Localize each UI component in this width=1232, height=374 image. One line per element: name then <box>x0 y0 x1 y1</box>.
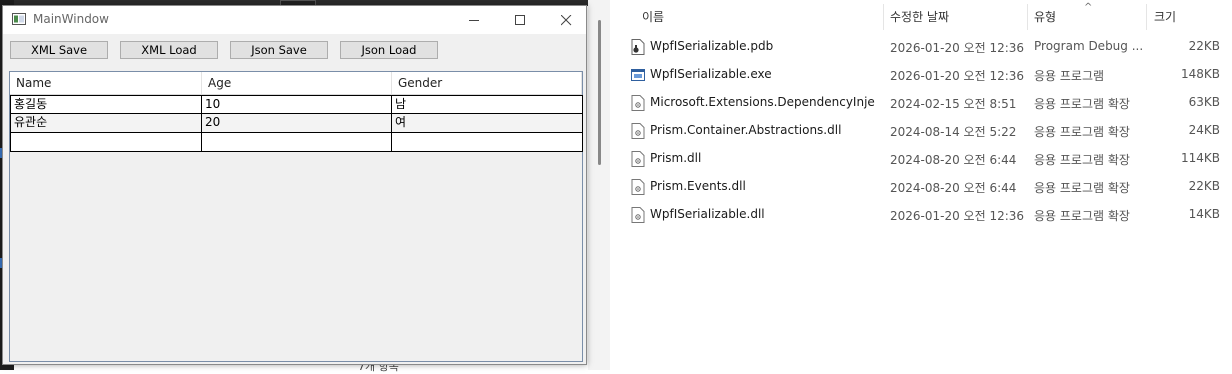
close-icon <box>560 14 571 25</box>
column-divider[interactable] <box>1027 4 1028 30</box>
file-type: 응용 프로그램 확장 <box>1034 153 1130 167</box>
dll-file-icon <box>631 151 645 167</box>
file-row[interactable]: WpfISerializable.exe 2026-01-20 오전 12:36 응… <box>610 61 1232 89</box>
column-header-file-name[interactable]: 이름 <box>642 8 664 25</box>
file-type: Program Debug ... <box>1034 39 1144 53</box>
cell-gender[interactable]: 여 <box>392 114 583 133</box>
file-row[interactable]: Microsoft.Extensions.DependencyInjecti..… <box>610 89 1232 117</box>
grid-new-row[interactable] <box>10 133 583 152</box>
dll-file-icon <box>631 95 645 111</box>
file-size: 14KB <box>1188 207 1220 221</box>
close-button[interactable] <box>543 6 589 34</box>
file-explorer-pane: 이름 수정한 날짜 유형 ^ 크기 WpfISerializable.pdb 20… <box>610 0 1232 370</box>
file-modified-date: 2024-08-20 오전 6:44 <box>890 153 1017 167</box>
column-header-name[interactable]: Name <box>10 72 202 94</box>
file-row[interactable]: Prism.Events.dll 2024-08-20 오전 6:44 응용 프로그… <box>610 173 1232 201</box>
file-row[interactable]: Prism.Container.Abstractions.dll 2024-08-… <box>610 117 1232 145</box>
file-name[interactable]: Prism.Events.dll <box>650 179 875 193</box>
grid-row[interactable]: 홍길동 10 남 <box>10 95 583 114</box>
grid-header: Name Age Gender <box>10 72 582 95</box>
file-size: 148KB <box>1180 67 1220 81</box>
column-divider[interactable] <box>883 4 884 30</box>
minimize-button[interactable] <box>451 6 497 34</box>
file-type: 응용 프로그램 <box>1034 69 1105 83</box>
file-size: 22KB <box>1188 39 1220 53</box>
xml-load-button[interactable]: XML Load <box>120 41 218 59</box>
background-scroll-area <box>588 0 610 370</box>
window-title: MainWindow <box>33 12 109 26</box>
cell-name[interactable]: 홍길동 <box>10 95 202 114</box>
app-icon <box>12 13 26 25</box>
cell-age[interactable] <box>202 133 392 152</box>
file-name[interactable]: WpfISerializable.dll <box>650 207 875 221</box>
file-name[interactable]: WpfISerializable.exe <box>650 67 875 81</box>
dll-file-icon <box>631 179 645 195</box>
people-data-grid[interactable]: Name Age Gender 홍길동 10 남 유관순 20 여 <box>9 71 583 362</box>
file-modified-date: 2026-01-20 오전 12:36 <box>890 69 1025 83</box>
file-size: 63KB <box>1188 95 1220 109</box>
cell-age[interactable]: 10 <box>202 95 392 114</box>
main-window: MainWindow XML Save XML Load Json Save J… <box>2 5 587 365</box>
column-header-age[interactable]: Age <box>202 72 392 94</box>
file-modified-date: 2024-08-14 오전 5:22 <box>890 125 1017 139</box>
cell-gender[interactable]: 남 <box>392 95 583 114</box>
column-divider[interactable] <box>1146 4 1147 30</box>
sort-up-icon: ^ <box>1084 2 1093 13</box>
exe-file-icon <box>631 67 645 83</box>
maximize-icon <box>514 14 525 25</box>
file-row[interactable]: Prism.dll 2024-08-20 오전 6:44 응용 프로그램 확장 114… <box>610 145 1232 173</box>
file-modified-date: 2024-02-15 오전 8:51 <box>890 97 1017 111</box>
file-size: 114KB <box>1180 151 1220 165</box>
cell-name[interactable] <box>10 133 202 152</box>
file-type: 응용 프로그램 확장 <box>1034 181 1130 195</box>
dll-file-icon <box>631 123 645 139</box>
file-modified-date: 2024-08-20 오전 6:44 <box>890 181 1017 195</box>
minimize-icon <box>468 19 479 21</box>
file-size: 22KB <box>1188 179 1220 193</box>
scrollbar-thumb[interactable] <box>598 20 601 165</box>
cell-name[interactable]: 유관순 <box>10 114 202 133</box>
file-modified-date: 2026-01-20 오전 12:36 <box>890 209 1025 223</box>
title-bar[interactable]: MainWindow <box>3 6 586 34</box>
file-type: 응용 프로그램 확장 <box>1034 97 1130 111</box>
cell-age[interactable]: 20 <box>202 114 392 133</box>
maximize-button[interactable] <box>497 6 543 34</box>
pdb-file-icon <box>631 39 645 55</box>
file-modified-date: 2026-01-20 오전 12:36 <box>890 41 1025 55</box>
column-header-type[interactable]: 유형 <box>1034 8 1056 25</box>
file-name[interactable]: WpfISerializable.pdb <box>650 39 875 53</box>
file-name[interactable]: Prism.Container.Abstractions.dll <box>650 123 875 137</box>
json-save-button[interactable]: Json Save <box>230 41 328 59</box>
file-size: 24KB <box>1188 123 1220 137</box>
file-name[interactable]: Prism.dll <box>650 151 875 165</box>
dll-file-icon <box>631 207 645 223</box>
xml-save-button[interactable]: XML Save <box>10 41 108 59</box>
column-header-modified[interactable]: 수정한 날짜 <box>890 8 949 25</box>
column-header-gender[interactable]: Gender <box>392 72 582 94</box>
file-name[interactable]: Microsoft.Extensions.DependencyInjecti..… <box>650 95 875 109</box>
cell-gender[interactable] <box>392 133 583 152</box>
grid-row[interactable]: 유관순 20 여 <box>10 114 583 133</box>
json-load-button[interactable]: Json Load <box>340 41 438 59</box>
file-type: 응용 프로그램 확장 <box>1034 209 1130 223</box>
file-row[interactable]: WpfISerializable.dll 2026-01-20 오전 12:36 응… <box>610 201 1232 229</box>
file-type: 응용 프로그램 확장 <box>1034 125 1130 139</box>
column-header-size[interactable]: 크기 <box>1154 8 1176 25</box>
file-row[interactable]: WpfISerializable.pdb 2026-01-20 오전 12:36 P… <box>610 33 1232 61</box>
